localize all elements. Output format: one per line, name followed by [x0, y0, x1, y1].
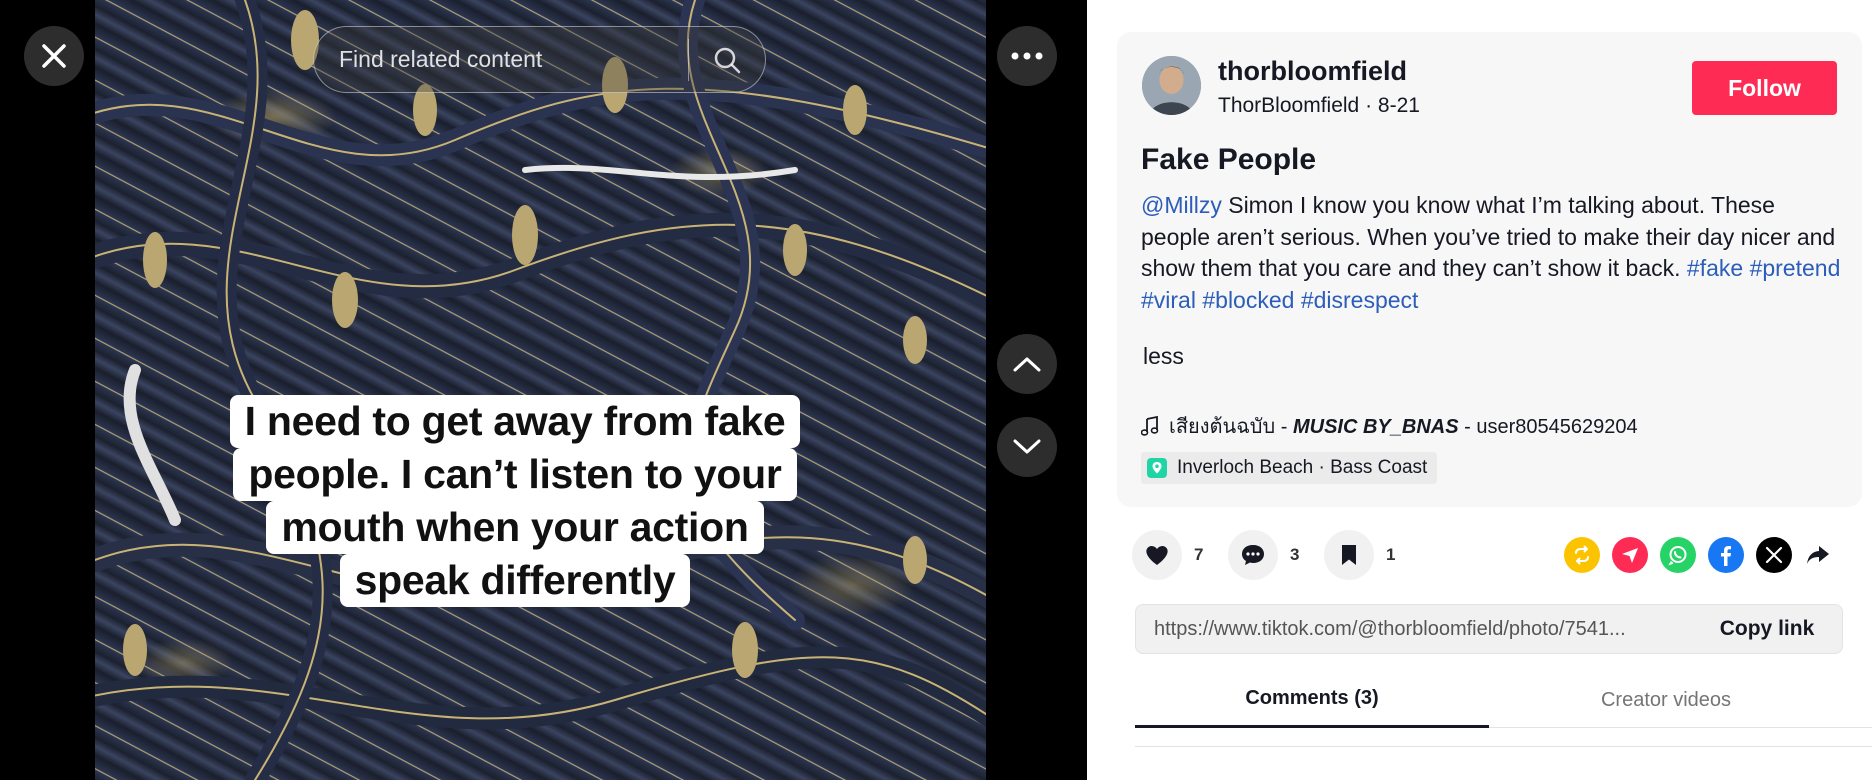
post-description: @Millzy Simon I know you know what I’m t… — [1141, 190, 1841, 316]
close-icon — [42, 44, 66, 68]
send-icon — [1622, 548, 1638, 563]
actions-row: 7 3 1 — [1132, 530, 1832, 580]
author-display-name[interactable]: ThorBloomfield — [1218, 94, 1359, 117]
search-input[interactable] — [314, 27, 688, 92]
previous-post-button[interactable] — [997, 334, 1057, 394]
chevron-up-icon — [1013, 357, 1041, 372]
avatar[interactable] — [1142, 56, 1201, 115]
tiktok-photo-viewer: I need to get away from fake people. I c… — [0, 0, 1872, 780]
caption-line: speak differently — [339, 554, 691, 607]
tab-comments[interactable]: Comments (3) — [1135, 672, 1489, 728]
repost-icon — [1575, 545, 1589, 565]
meta-separator: · — [1365, 94, 1378, 117]
repost-button[interactable] — [1564, 537, 1600, 573]
avatar-image — [1142, 56, 1201, 115]
media-viewer: I need to get away from fake people. I c… — [0, 0, 1087, 780]
divider — [1135, 746, 1872, 747]
author-meta: ThorBloomfield · 8-21 — [1218, 94, 1420, 118]
comment-count: 3 — [1290, 545, 1300, 564]
hashtag-link[interactable]: #fake — [1687, 255, 1743, 281]
save-action[interactable]: 1 — [1324, 530, 1395, 580]
next-post-button[interactable] — [997, 417, 1057, 477]
snake-pattern — [95, 0, 986, 780]
music-note-icon — [1141, 416, 1159, 436]
save-button[interactable] — [1324, 530, 1374, 580]
author-username[interactable]: thorbloomfield — [1218, 56, 1407, 87]
comment-button[interactable] — [1228, 530, 1278, 580]
like-button[interactable] — [1132, 530, 1182, 580]
hashtag-link[interactable]: #pretend — [1750, 255, 1841, 281]
close-button[interactable] — [24, 26, 84, 86]
music-separator: - — [1275, 416, 1293, 438]
show-less-button[interactable]: less — [1143, 343, 1184, 370]
link-box: https://www.tiktok.com/@thorbloomfield/p… — [1135, 604, 1843, 654]
x-icon — [1765, 546, 1783, 564]
location-pin-icon — [1147, 458, 1167, 478]
music-info[interactable]: เสียงต้นฉบับ - MUSIC BY_BNAS - user80545… — [1169, 410, 1638, 442]
heart-icon — [1146, 546, 1168, 565]
tab-bar: Comments (3) Creator videos — [1135, 672, 1872, 728]
mention-link[interactable]: @Millzy — [1141, 192, 1222, 218]
post-photo[interactable] — [95, 0, 986, 780]
location-text: Inverloch Beach · Bass Coast — [1177, 457, 1428, 478]
search-bar[interactable] — [313, 26, 766, 93]
photo-caption: I need to get away from fake people. I c… — [195, 395, 835, 607]
like-action[interactable]: 7 — [1132, 530, 1203, 580]
more-icon — [1011, 52, 1043, 60]
send-to-friends-button[interactable] — [1612, 537, 1648, 573]
more-options-button[interactable] — [997, 26, 1057, 86]
like-count: 7 — [1194, 545, 1204, 564]
hashtag-link[interactable]: #blocked — [1202, 287, 1294, 313]
chevron-down-icon — [1013, 439, 1041, 454]
post-card: thorbloomfield ThorBloomfield · 8-21 Fol… — [1117, 32, 1862, 507]
tab-creator-videos[interactable]: Creator videos — [1489, 672, 1843, 728]
facebook-icon — [1721, 546, 1731, 566]
follow-button[interactable]: Follow — [1692, 61, 1837, 115]
hashtag-link[interactable]: #disrespect — [1301, 287, 1419, 313]
x-share-button[interactable] — [1756, 537, 1792, 573]
caption-line: people. I can’t listen to your — [233, 448, 797, 501]
save-count: 1 — [1386, 545, 1396, 564]
caption-line: mouth when your action — [266, 501, 764, 554]
whatsapp-share-button[interactable] — [1660, 537, 1696, 573]
music-artist: MUSIC BY_BNAS — [1292, 416, 1459, 438]
share-arrow-icon — [1807, 546, 1829, 564]
more-share-button[interactable] — [1800, 537, 1836, 573]
search-icon[interactable] — [689, 27, 765, 92]
copy-link-button[interactable]: Copy link — [1692, 617, 1842, 641]
comment-icon — [1242, 545, 1264, 565]
post-details-panel: thorbloomfield ThorBloomfield · 8-21 Fol… — [1087, 0, 1872, 780]
comment-action[interactable]: 3 — [1228, 530, 1299, 580]
music-title: เสียงต้นฉบับ — [1169, 416, 1276, 438]
hashtag-link[interactable]: #viral — [1141, 287, 1196, 313]
music-row[interactable]: เสียงต้นฉบับ - MUSIC BY_BNAS - user80545… — [1141, 410, 1638, 442]
location-tag[interactable]: Inverloch Beach · Bass Coast — [1141, 452, 1438, 484]
caption-line: I need to get away from fake — [229, 395, 801, 448]
post-title: Fake People — [1141, 143, 1317, 176]
facebook-share-button[interactable] — [1708, 537, 1744, 573]
post-url[interactable]: https://www.tiktok.com/@thorbloomfield/p… — [1136, 618, 1692, 641]
whatsapp-icon — [1668, 546, 1687, 566]
music-separator: - — [1458, 416, 1477, 438]
post-date: 8-21 — [1377, 94, 1420, 117]
bookmark-icon — [1342, 545, 1356, 565]
music-user: user80545629204 — [1476, 416, 1638, 438]
